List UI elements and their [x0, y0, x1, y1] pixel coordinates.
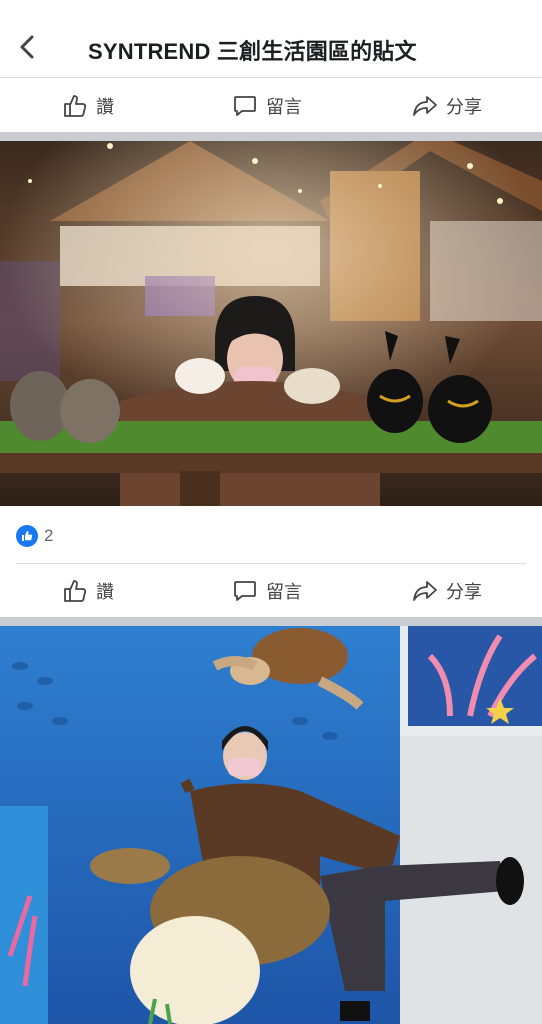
- thumbs-up-icon: [16, 525, 38, 547]
- thumbs-up-icon: [64, 580, 87, 602]
- like-button[interactable]: 讚: [62, 80, 114, 132]
- feed-divider: [0, 132, 542, 141]
- photo-plush-animals[interactable]: [0, 141, 542, 506]
- comment-label: 留言: [266, 582, 302, 602]
- comment-button[interactable]: 留言: [232, 565, 302, 617]
- page-title: SYNTREND 三創生活園區的貼文: [88, 39, 417, 64]
- top-bar: SYNTREND 三創生活園區的貼文: [0, 0, 542, 78]
- thumbs-up-icon: [64, 95, 87, 117]
- feed-divider: [0, 617, 542, 626]
- like-count: 2: [44, 526, 54, 545]
- like-button[interactable]: 讚: [62, 565, 114, 617]
- like-label: 讚: [96, 582, 114, 602]
- comment-icon: [234, 96, 256, 116]
- comment-button[interactable]: 留言: [232, 80, 302, 132]
- share-button[interactable]: 分享: [412, 80, 482, 132]
- share-label: 分享: [446, 97, 482, 117]
- like-label: 讚: [96, 97, 114, 117]
- photo-sea-turtle[interactable]: [0, 626, 542, 1024]
- separator: [16, 563, 526, 564]
- share-icon: [413, 581, 437, 601]
- comment-icon: [234, 581, 256, 601]
- share-icon: [413, 96, 437, 116]
- action-bar-post: 讚 留言 分享: [0, 565, 542, 617]
- comment-label: 留言: [266, 97, 302, 117]
- reaction-summary[interactable]: 2: [16, 525, 53, 547]
- back-arrow-icon[interactable]: [14, 32, 42, 62]
- share-button[interactable]: 分享: [412, 565, 482, 617]
- share-label: 分享: [446, 582, 482, 602]
- action-bar-top: 讚 留言 分享: [0, 80, 542, 132]
